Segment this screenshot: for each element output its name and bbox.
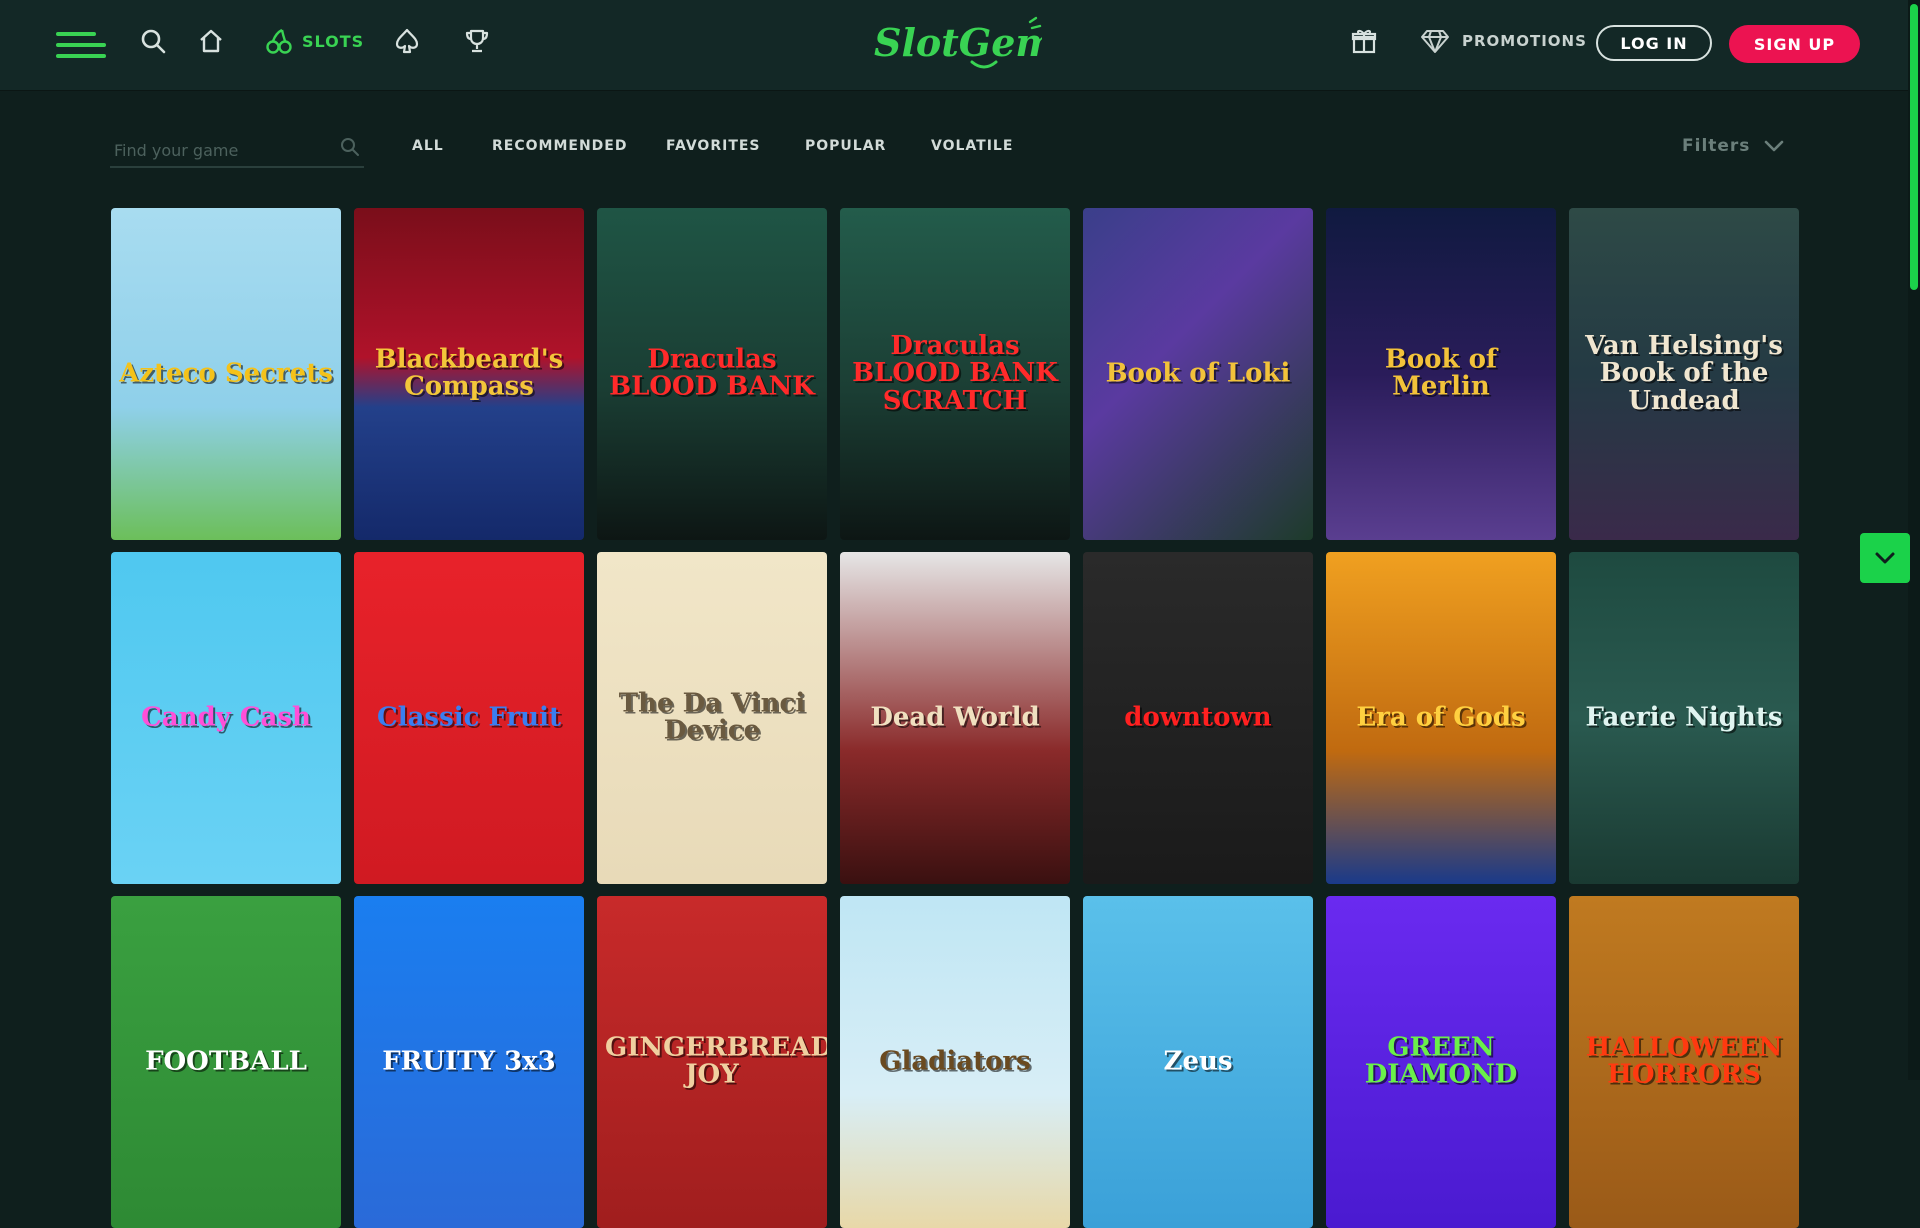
game-tile[interactable]: Blackbeard's Compass — [354, 208, 584, 540]
nav-slots-label: SLOTS — [302, 31, 365, 51]
game-title: HALLOWEEN HORRORS — [1585, 1032, 1783, 1090]
game-title: Gladiators — [879, 1046, 1031, 1077]
game-title: Candy Cash — [141, 702, 311, 733]
game-title: Blackbeard's Compass — [374, 344, 564, 402]
tab-recommended[interactable]: RECOMMENDED — [492, 138, 627, 160]
signup-button[interactable]: SIGN UP — [1729, 25, 1860, 63]
game-tile[interactable]: Azteco Secrets — [111, 208, 341, 540]
tab-popular[interactable]: POPULAR — [805, 138, 886, 160]
game-tile[interactable]: HALLOWEEN HORRORS — [1569, 896, 1799, 1228]
game-tile[interactable]: FRUITY 3x3 — [354, 896, 584, 1228]
scroll-down-button[interactable] — [1860, 533, 1910, 583]
game-tile[interactable]: GINGERBREAD JOY — [597, 896, 827, 1228]
gift-icon[interactable] — [1349, 26, 1379, 56]
tab-volatile[interactable]: VOLATILE — [931, 138, 1013, 160]
game-title: Book of Merlin — [1384, 344, 1498, 402]
game-tile[interactable]: Draculas BLOOD BANK — [597, 208, 827, 540]
game-tile[interactable]: FOOTBALL — [111, 896, 341, 1228]
top-header: SLOTS SlotGems PROMOTIONS LOG IN SIGN UP — [0, 0, 1908, 91]
game-title: Zeus — [1163, 1046, 1233, 1077]
search-input[interactable] — [112, 136, 326, 164]
game-title: FRUITY 3x3 — [382, 1046, 556, 1077]
slotgems-logo[interactable]: SlotGems — [872, 16, 1077, 74]
tab-favorites[interactable]: FAVORITES — [666, 138, 761, 160]
game-title: Draculas BLOOD BANK — [609, 344, 815, 402]
game-title: Era of Gods — [1356, 702, 1526, 733]
filters-label: Filters — [1682, 136, 1751, 156]
nav-slots[interactable]: SLOTS — [266, 26, 364, 56]
game-title: Dead World — [870, 702, 1040, 733]
scrollbar-thumb[interactable] — [1910, 4, 1918, 290]
chevron-down-icon — [1875, 552, 1895, 564]
game-tile[interactable]: Gladiators — [840, 896, 1070, 1228]
game-search — [110, 132, 364, 168]
nav-promotions[interactable]: PROMOTIONS — [1420, 26, 1587, 56]
search-icon[interactable] — [138, 26, 168, 56]
game-title: GREEN DIAMOND — [1364, 1032, 1518, 1090]
game-tile[interactable]: Era of Gods — [1326, 552, 1556, 884]
game-tile[interactable]: Candy Cash — [111, 552, 341, 884]
game-tile[interactable]: GREEN DIAMOND — [1326, 896, 1556, 1228]
svg-text:SlotGems: SlotGems — [874, 20, 1042, 65]
menu-icon[interactable] — [56, 32, 106, 58]
game-title: Classic Fruit — [377, 702, 561, 733]
game-tile[interactable]: The Da Vinci Device — [597, 552, 827, 884]
game-tile[interactable]: Book of Loki — [1083, 208, 1313, 540]
game-title: Book of Loki — [1105, 358, 1291, 389]
filters-toggle[interactable]: Filters — [1682, 136, 1784, 156]
trophy-icon[interactable] — [462, 26, 492, 56]
game-tile[interactable]: Draculas BLOOD BANK SCRATCH — [840, 208, 1070, 540]
game-title: The Da Vinci Device — [618, 688, 806, 746]
diamond-icon — [1421, 30, 1449, 53]
game-title: Faerie Nights — [1585, 702, 1783, 733]
game-title: GINGERBREAD JOY — [605, 1032, 827, 1090]
game-tile[interactable]: Classic Fruit — [354, 552, 584, 884]
game-tile[interactable]: downtown — [1083, 552, 1313, 884]
search-field-icon[interactable] — [340, 137, 360, 161]
game-title: downtown — [1124, 702, 1272, 733]
game-tile[interactable]: Van Helsing's Book of the Undead — [1569, 208, 1799, 540]
game-title: Azteco Secrets — [119, 358, 333, 389]
login-button[interactable]: LOG IN — [1596, 25, 1712, 61]
game-title: Draculas BLOOD BANK SCRATCH — [852, 331, 1058, 416]
game-tile[interactable]: Dead World — [840, 552, 1070, 884]
chevron-down-icon — [1765, 140, 1784, 152]
tab-all[interactable]: ALL — [412, 138, 444, 160]
game-title: Van Helsing's Book of the Undead — [1585, 331, 1783, 416]
cherries-icon — [266, 28, 292, 54]
game-tile[interactable]: Faerie Nights — [1569, 552, 1799, 884]
promotions-label: PROMOTIONS — [1462, 32, 1587, 50]
game-tile[interactable]: Book of Merlin — [1326, 208, 1556, 540]
game-tile[interactable]: Zeus — [1083, 896, 1313, 1228]
game-title: FOOTBALL — [145, 1046, 307, 1077]
home-icon[interactable] — [196, 26, 226, 56]
spade-icon[interactable] — [392, 26, 422, 56]
